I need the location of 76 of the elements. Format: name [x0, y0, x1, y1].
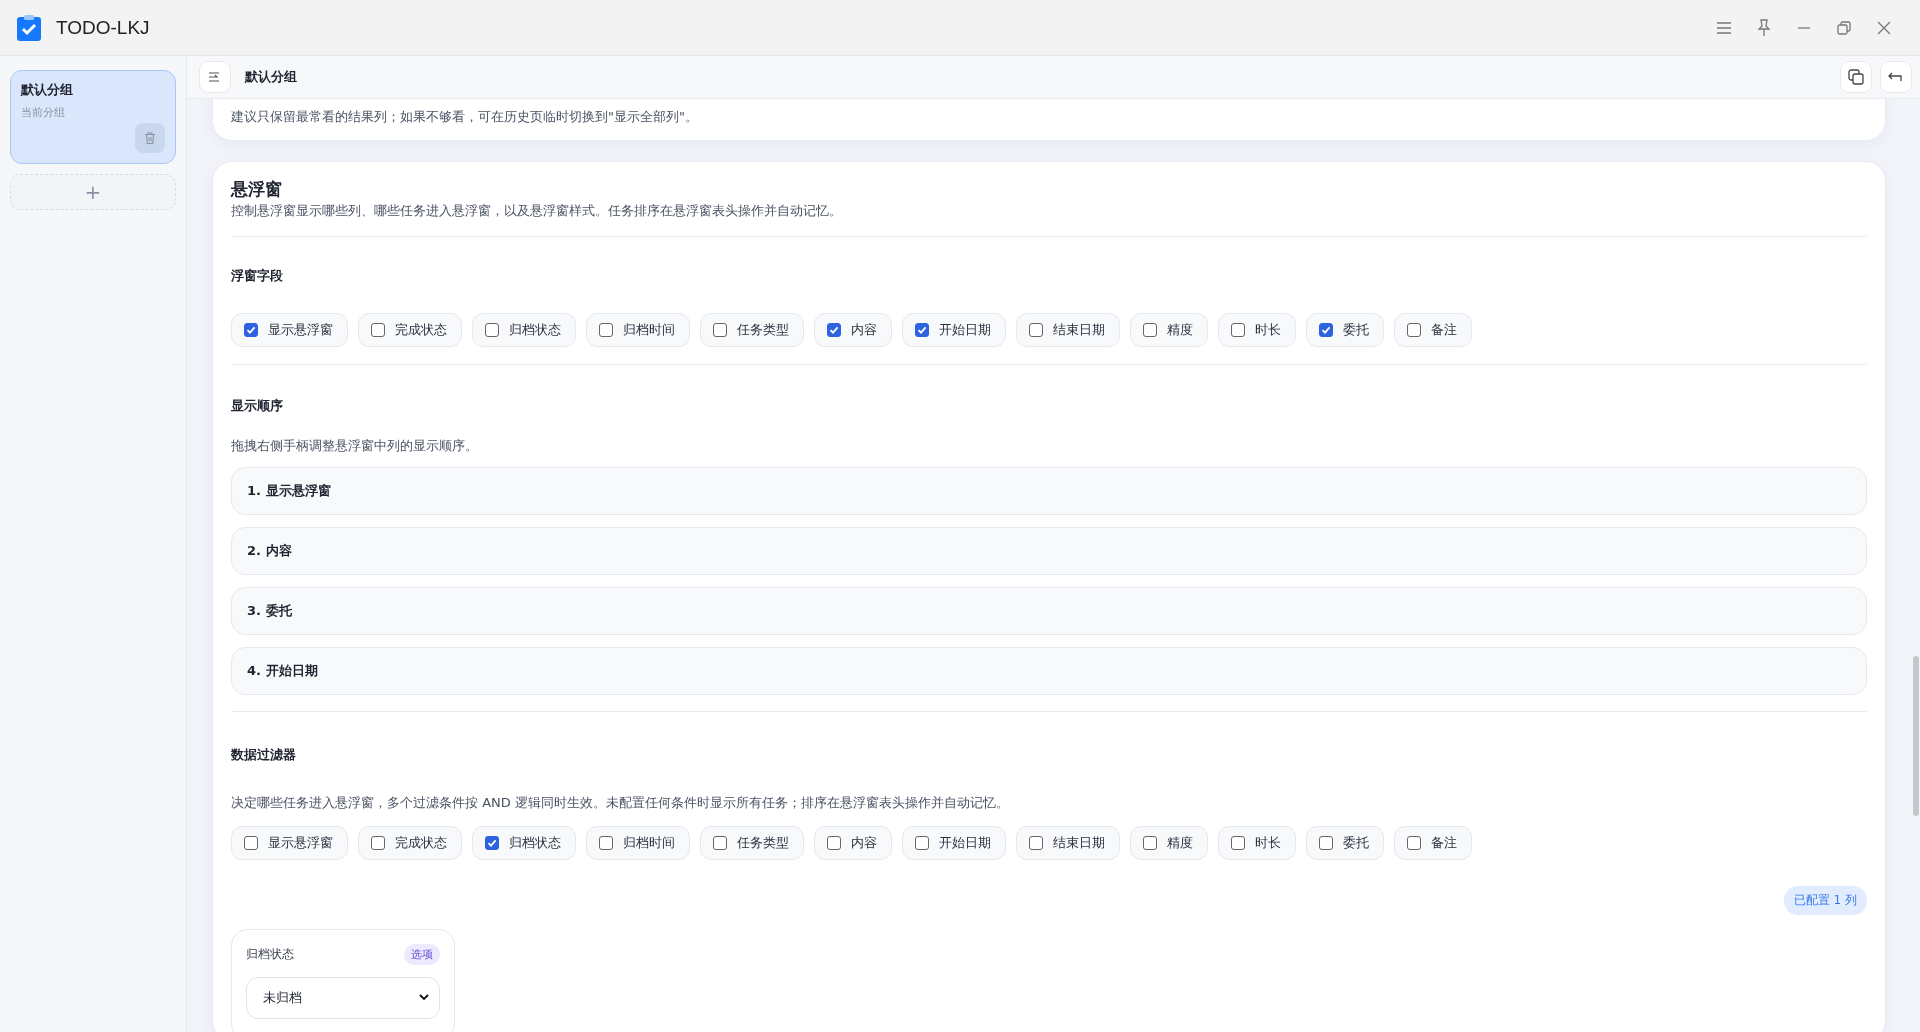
checkbox[interactable] [1407, 835, 1421, 850]
order-row[interactable]: 3. 委托 [231, 586, 1867, 635]
checkbox-option[interactable]: 备注 [1394, 312, 1472, 347]
checkbox-option[interactable]: 内容 [814, 825, 892, 860]
back-button[interactable] [1880, 61, 1912, 93]
checkbox-option[interactable]: 精度 [1130, 312, 1208, 347]
order-row[interactable]: 2. 内容 [231, 526, 1867, 575]
section-description: 控制悬浮窗显示哪些列、哪些任务进入悬浮窗，以及悬浮窗样式。任务排序在悬浮窗表头操作并自动记忆。 [231, 201, 843, 220]
section-description: 决定哪些任务进入悬浮窗，多个过滤条件按 AND 逻辑同时生效。未配置任何条件时显示所有任务；排序在悬浮窗表头操作并自动记忆。 [231, 793, 1010, 812]
window-title: TODO-LKJ [56, 16, 150, 39]
count-badge: 已配置 1 列 [1783, 885, 1867, 915]
checkbox-option[interactable]: 完成状态 [358, 312, 462, 347]
checkbox[interactable] [1407, 322, 1421, 337]
copy-button[interactable] [1840, 61, 1872, 93]
checkbox[interactable] [1143, 835, 1157, 850]
checkbox-option[interactable]: 开始日期 [902, 825, 1006, 860]
checkbox-option[interactable]: 任务类型 [700, 825, 804, 860]
group-status: 当前分组 [21, 105, 66, 120]
checkbox[interactable] [1029, 835, 1043, 850]
checkbox[interactable] [1231, 835, 1245, 850]
clipboard-check-icon [16, 13, 42, 42]
checkbox-option[interactable]: 完成状态 [358, 825, 462, 860]
order-row[interactable]: 1. 显示悬浮窗 [231, 466, 1867, 515]
checkbox[interactable] [599, 322, 613, 337]
checkbox-option[interactable]: 内容 [814, 312, 892, 347]
section-description: 拖拽右侧手柄调整悬浮窗中列的显示顺序。 [231, 436, 479, 455]
checkbox-option[interactable]: 归档状态 [472, 312, 576, 347]
checkbox-option[interactable]: 结束日期 [1016, 825, 1120, 860]
page-title: 默认分组 [245, 68, 297, 86]
group-card[interactable]: 默认分组 当前分组 [10, 70, 176, 164]
checkbox-option[interactable]: 委托 [1306, 825, 1384, 860]
checkbox-option[interactable]: 委托 [1306, 312, 1384, 347]
subsection-title: 浮窗字段 [231, 266, 284, 285]
checkbox[interactable] [827, 835, 841, 850]
checkbox[interactable] [485, 835, 499, 850]
filter-name: 归档状态 [246, 945, 294, 963]
checkbox-option[interactable]: 时长 [1218, 825, 1296, 860]
checkbox-option[interactable]: 显示悬浮窗 [231, 825, 348, 860]
checkbox[interactable] [1143, 322, 1157, 337]
checkbox-option[interactable]: 归档状态 [472, 825, 576, 860]
checkbox[interactable] [915, 835, 929, 850]
checkbox[interactable] [915, 322, 929, 337]
checkbox[interactable] [599, 835, 613, 850]
checkbox[interactable] [827, 322, 841, 337]
subsection-title: 显示顺序 [231, 396, 284, 415]
order-row[interactable]: 4. 开始日期 [231, 646, 1867, 695]
copy-icon [1847, 68, 1865, 86]
checkbox-option[interactable]: 备注 [1394, 825, 1472, 860]
checkbox[interactable] [371, 835, 385, 850]
checkbox[interactable] [1029, 322, 1043, 337]
checkbox[interactable] [1231, 322, 1245, 337]
checkbox-option[interactable]: 归档时间 [586, 825, 690, 860]
select-field[interactable]: 未归档 [246, 976, 440, 1019]
caret-icon [419, 994, 429, 1002]
checkbox-option[interactable]: 结束日期 [1016, 312, 1120, 347]
checkbox[interactable] [713, 322, 727, 337]
group-name: 默认分组 [21, 81, 74, 99]
checkbox-option[interactable]: 精度 [1130, 825, 1208, 860]
scrollbar-thumb[interactable] [1913, 656, 1919, 816]
trash-icon [143, 131, 157, 145]
checkbox[interactable] [713, 835, 727, 850]
checkbox[interactable] [1319, 322, 1333, 337]
checkbox[interactable] [1319, 835, 1333, 850]
checkbox[interactable] [371, 322, 385, 337]
hint-text: 建议只保留最常看的结果列；如果不够看，可在历史页临时切换到"显示全部列"。 [231, 109, 698, 124]
checkbox-option[interactable]: 显示悬浮窗 [231, 312, 348, 347]
checkbox-option[interactable]: 时长 [1218, 312, 1296, 347]
checkbox-option[interactable]: 归档时间 [586, 312, 690, 347]
checkbox[interactable] [244, 835, 258, 850]
section-title: 悬浮窗 [231, 180, 283, 199]
subsection-title: 数据过滤器 [231, 745, 297, 764]
type-tag: 选项 [404, 943, 440, 965]
checkbox[interactable] [485, 322, 499, 337]
checkbox[interactable] [244, 322, 258, 337]
checkbox-option[interactable]: 开始日期 [902, 312, 1006, 347]
checkbox-option[interactable]: 任务类型 [700, 312, 804, 347]
